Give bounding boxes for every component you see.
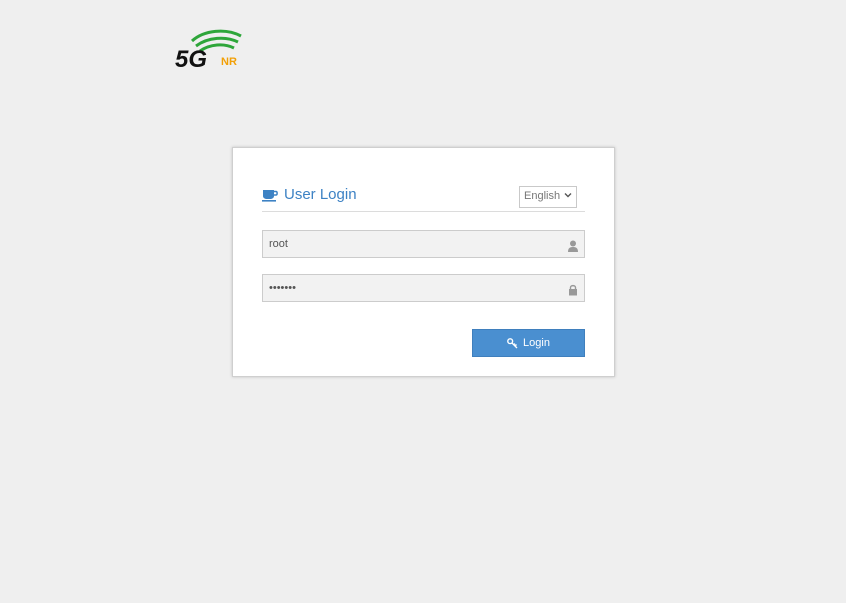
lock-icon (568, 283, 578, 296)
login-title-text: User Login (284, 186, 357, 203)
brand-logo: 5G NR (174, 28, 244, 72)
username-field[interactable] (262, 230, 585, 258)
user-icon (568, 239, 578, 252)
username-input[interactable] (263, 231, 584, 257)
login-button[interactable]: Login (472, 329, 585, 357)
login-title: User Login (262, 186, 357, 203)
logo-nr-text: NR (221, 56, 237, 68)
login-button-label: Login (523, 337, 550, 349)
login-panel: User Login English root ••••••• Login (232, 147, 615, 377)
coffee-cup-icon (262, 188, 278, 202)
password-field[interactable] (262, 274, 585, 302)
5g-nr-logo: 5G NR (175, 29, 242, 72)
language-select[interactable]: English (519, 186, 577, 208)
login-header: User Login English (262, 178, 585, 212)
password-input[interactable] (263, 275, 584, 301)
language-value: English (524, 190, 561, 202)
chevron-down-icon (564, 191, 572, 201)
logo-5g-text: 5G (175, 46, 207, 72)
key-icon (507, 337, 518, 349)
